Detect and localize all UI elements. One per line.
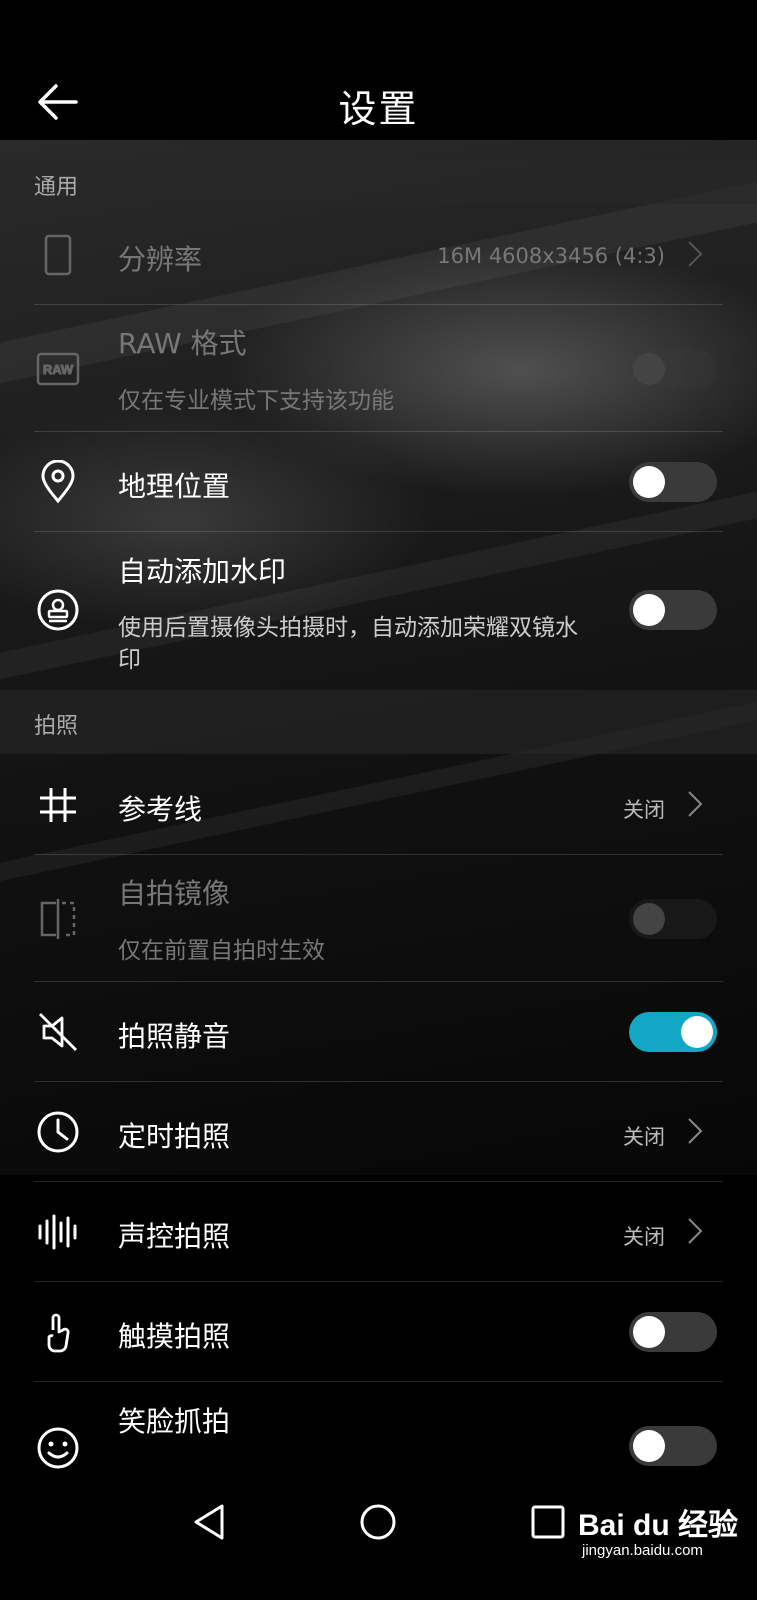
- setting-row-timer[interactable]: 定时拍照 关闭: [0, 1082, 757, 1182]
- page-title: 设置: [338, 87, 419, 131]
- watermark-sub-text: jingyan.baidu.com: [582, 1542, 703, 1559]
- setting-row-mute[interactable]: 拍照静音: [0, 982, 757, 1082]
- setting-row-voice[interactable]: 声控拍照 关闭: [0, 1182, 757, 1282]
- section-label: 拍照: [34, 714, 79, 739]
- setting-description: 仅在前置自拍时生效: [118, 938, 325, 964]
- raw-toggle[interactable]: [629, 349, 717, 389]
- smiley-face-icon: [36, 1426, 80, 1470]
- section-header-photo: 拍照: [0, 690, 757, 754]
- setting-row-raw[interactable]: RAW RAW 格式 仅在专业模式下支持该功能: [0, 305, 757, 432]
- phone-outline-icon: [36, 233, 80, 277]
- location-pin-icon: [36, 459, 80, 504]
- raw-format-icon: RAW: [36, 347, 80, 391]
- setting-row-grid[interactable]: 参考线 关闭: [0, 755, 757, 855]
- setting-description: 使用后置摄像头拍摄时，自动添加荣耀双镜水印: [118, 615, 578, 673]
- setting-value: 关闭: [623, 1125, 665, 1149]
- setting-value: 16M 4608x3456 (4:3): [437, 244, 665, 268]
- nav-back-triangle-icon[interactable]: [190, 1502, 230, 1542]
- setting-label: 笑脸抓拍: [118, 1405, 231, 1438]
- setting-label: 自拍镜像: [118, 877, 231, 910]
- setting-value: 关闭: [623, 1225, 665, 1249]
- setting-label: 定时拍照: [118, 1120, 231, 1153]
- setting-label: 声控拍照: [118, 1220, 231, 1253]
- chevron-right-icon: [685, 789, 705, 819]
- chevron-right-icon: [685, 239, 705, 269]
- grid-hash-icon: [36, 783, 80, 827]
- setting-label: 地理位置: [118, 470, 231, 503]
- touch-toggle[interactable]: [629, 1312, 717, 1352]
- section-header-general: 通用: [0, 160, 757, 204]
- watermark-toggle[interactable]: [629, 590, 717, 630]
- svg-text:RAW: RAW: [43, 362, 74, 377]
- setting-row-location[interactable]: 地理位置: [0, 432, 757, 532]
- setting-description: 仅在专业模式下支持该功能: [118, 388, 394, 414]
- stamp-icon: [36, 588, 80, 632]
- app-header: 设置: [0, 0, 757, 140]
- setting-row-smile[interactable]: 笑脸抓拍: [0, 1382, 757, 1482]
- nav-recents-square-icon[interactable]: [528, 1502, 568, 1542]
- section-label: 通用: [34, 175, 79, 200]
- mirror-toggle[interactable]: [629, 899, 717, 939]
- chevron-right-icon: [685, 1216, 705, 1246]
- smile-toggle[interactable]: [629, 1426, 717, 1466]
- baidu-jingyan-watermark: Bai du 经验 jingyan.baidu.com: [578, 1500, 756, 1570]
- touch-finger-icon: [36, 1310, 80, 1354]
- setting-row-touch[interactable]: 触摸拍照: [0, 1282, 757, 1382]
- sound-wave-icon: [36, 1210, 80, 1254]
- mute-toggle[interactable]: [629, 1012, 717, 1052]
- nav-home-circle-icon[interactable]: [358, 1502, 398, 1542]
- setting-label: 触摸拍照: [118, 1320, 231, 1353]
- setting-label: 拍照静音: [118, 1020, 231, 1053]
- setting-value: 关闭: [623, 798, 665, 822]
- chevron-right-icon: [685, 1116, 705, 1146]
- setting-label: 自动添加水印: [118, 555, 287, 588]
- setting-row-mirror[interactable]: 自拍镜像 仅在前置自拍时生效: [0, 855, 757, 982]
- setting-label: 分辨率: [118, 243, 203, 276]
- clock-icon: [36, 1110, 80, 1154]
- setting-row-resolution[interactable]: 分辨率 16M 4608x3456 (4:3): [0, 205, 757, 305]
- mirror-flip-icon: [36, 897, 80, 941]
- speaker-muted-icon: [36, 1010, 80, 1054]
- setting-label: RAW 格式: [118, 327, 247, 360]
- setting-row-watermark[interactable]: 自动添加水印 使用后置摄像头拍摄时，自动添加荣耀双镜水印: [0, 532, 757, 688]
- watermark-main-text: Bai du 经验: [578, 1509, 739, 1542]
- setting-label: 参考线: [118, 793, 203, 826]
- location-toggle[interactable]: [629, 462, 717, 502]
